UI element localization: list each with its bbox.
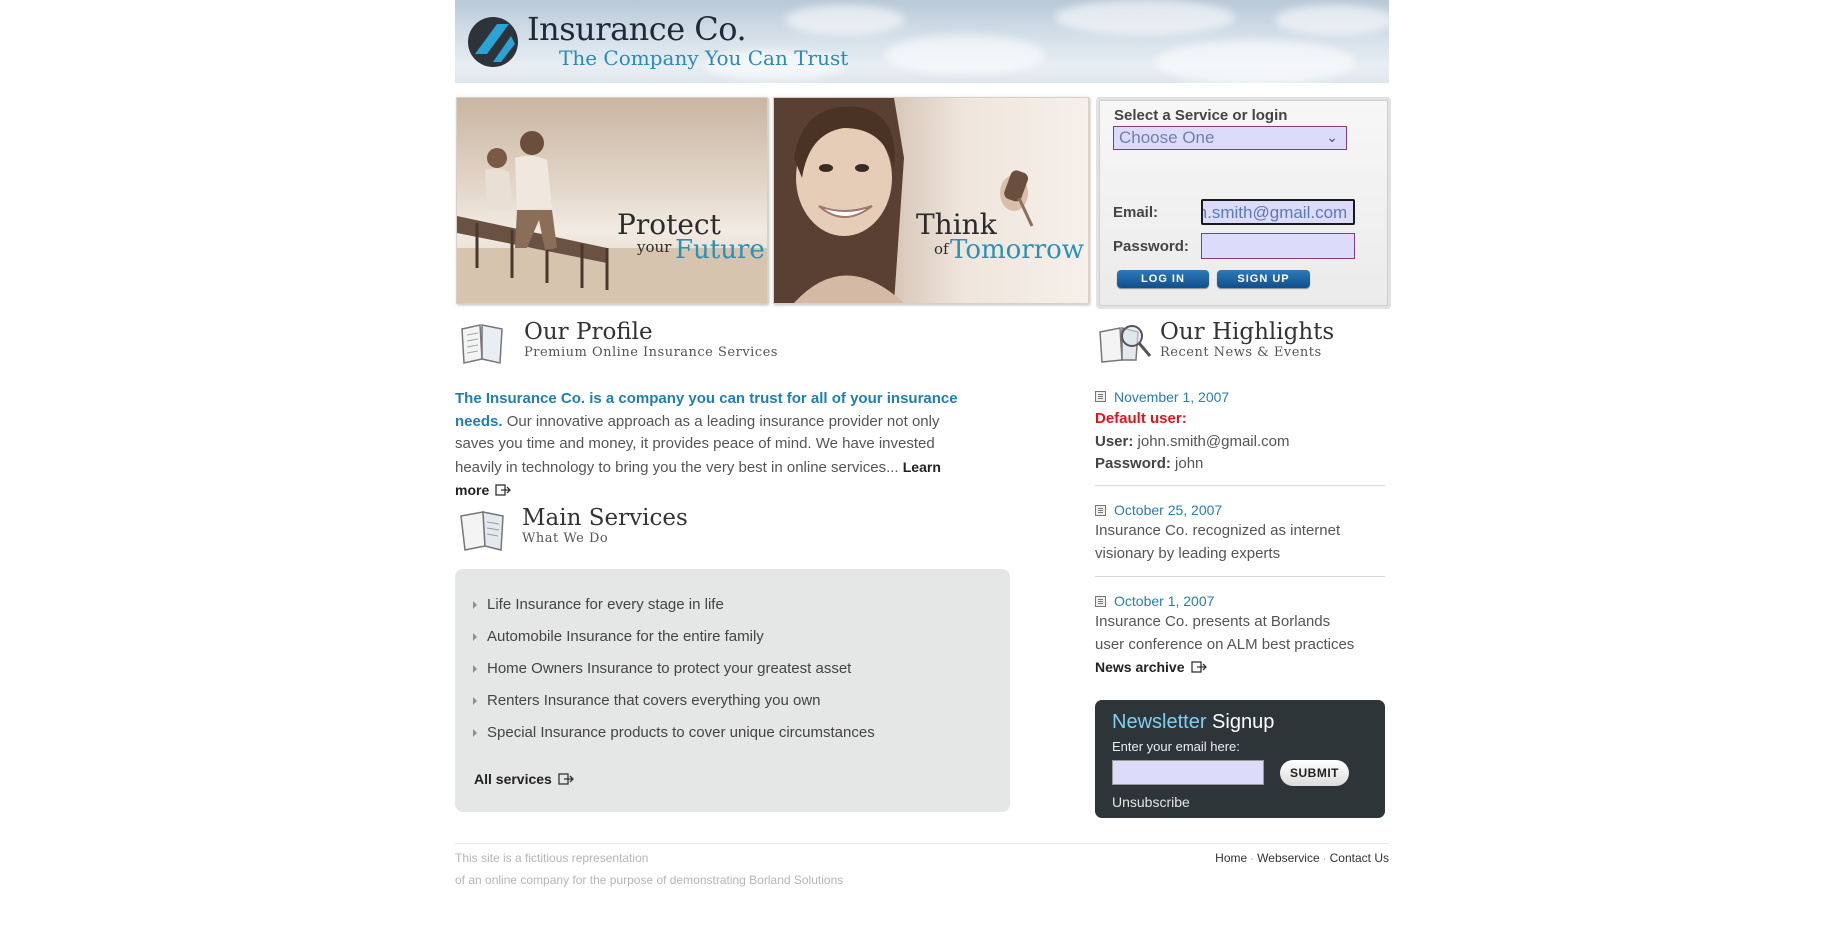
bullet-icon [473,665,477,673]
unsubscribe-link[interactable]: Unsubscribe [1112,794,1190,810]
site-tagline: The Company You Can Trust [559,46,849,70]
bullet-icon [473,697,477,705]
email-field[interactable]: john.smith@gmail.com [1201,199,1355,225]
banner-line2-small: your [637,238,672,256]
news-archive-link[interactable]: News archive [1095,659,1207,675]
password-label: Password: [1095,455,1171,472]
profile-title: Our Profile [524,319,653,345]
newsletter-email-input[interactable] [1112,760,1264,785]
newsletter-title-a: Newsletter [1112,711,1207,733]
profile-body: Our innovative approach as a leading ins… [455,412,940,476]
banner-protect-future: Protect your Future [456,97,768,304]
news-date[interactable]: November 1, 2007 [1114,389,1229,405]
user-label: User: [1095,432,1134,450]
logo-icon[interactable] [467,16,519,68]
banner-line2-accent: Future [675,235,765,265]
news-date[interactable]: October 1, 2007 [1114,593,1214,609]
services-panel: Life Insurance for every stage in life A… [455,569,1010,812]
submit-button[interactable]: SUBMIT [1280,760,1349,786]
footer-link-webservice[interactable]: Webservice [1257,851,1319,865]
profile-subtitle: Premium Online Insurance Services [524,345,778,360]
woman-photo [774,98,1034,303]
all-services-link[interactable]: All services [474,771,574,787]
magnifier-book-icon [1099,325,1152,363]
news-text: Insurance Co. presents at Borlands user … [1095,613,1355,653]
newsletter-title: Newsletter Signup [1112,711,1274,734]
service-item[interactable]: Life Insurance for every stage in life [487,596,724,613]
default-user-block: Default user: User: john.smith@gmail.com… [1095,408,1355,476]
documents-icon [460,511,504,551]
newsletter-label: Enter your email here: [1112,739,1240,754]
service-item[interactable]: Special Insurance products to cover uniq… [487,724,875,741]
login-title: Select a Service or login [1114,107,1288,124]
footer-link-contact[interactable]: Contact Us [1330,851,1389,865]
service-select-value: Choose One [1119,128,1215,147]
news-archive-label: News archive [1095,659,1185,675]
service-item[interactable]: Automobile Insurance for the entire fami… [487,628,764,645]
banner-line2-accent: Tomorrow [950,235,1085,265]
services-subtitle: What We Do [522,531,609,546]
password-label: Password: [1113,238,1189,255]
footer-line2: of an online company for the purpose of … [455,873,844,887]
user-value: john.smith@gmail.com [1133,432,1290,450]
separator: · [1322,851,1327,865]
email-label: Email: [1113,204,1159,221]
services-title: Main Services [522,505,688,531]
bullet-icon [473,601,477,609]
password-field[interactable] [1201,233,1355,259]
calendar-icon [1095,391,1106,402]
arrow-out-icon [1190,661,1207,673]
all-services-label: All services [474,771,552,787]
default-user-label: Default user: [1095,410,1187,427]
highlights-title: Our Highlights [1160,319,1335,345]
login-box: Select a Service or login Choose One ⌄ E… [1096,97,1391,309]
highlights-subtitle: Recent News & Events [1160,345,1322,360]
profile-text: The Insurance Co. is a company you can t… [455,388,975,503]
bullet-icon [473,729,477,737]
news-date[interactable]: October 25, 2007 [1114,502,1222,518]
bullet-icon [473,633,477,641]
service-item[interactable]: Renters Insurance that covers everything… [487,692,821,709]
newsletter-box: Newsletter Signup Enter your email here:… [1095,700,1385,818]
page: Insurance Co. The Company You Can Trust … [455,0,1391,935]
arrow-out-icon [495,484,512,496]
signup-button[interactable]: SIGN UP [1217,270,1310,288]
login-button[interactable]: LOG IN [1117,270,1209,288]
chevron-down-icon: ⌄ [1326,129,1338,145]
site-header: Insurance Co. The Company You Can Trust [455,0,1389,83]
calendar-icon [1095,596,1106,607]
news-text: Insurance Co. recognized as internet vis… [1095,522,1341,562]
service-item[interactable]: Home Owners Insurance to protect your gr… [487,660,851,677]
arrow-out-icon [558,773,574,785]
pier-photo [457,131,767,303]
separator: · [1250,851,1255,865]
banner-think-tomorrow: Think of Tomorrow [773,97,1089,304]
site-title[interactable]: Insurance Co. [527,10,747,48]
service-select[interactable]: Choose One ⌄ [1113,126,1347,150]
book-icon [461,324,503,364]
newsletter-title-b: Signup [1206,711,1275,733]
password-value: john [1170,455,1204,472]
divider [1095,576,1385,577]
banner-line2-small: of [934,240,949,258]
footer-link-home[interactable]: Home [1215,851,1247,865]
footer-divider [455,843,1389,844]
divider [1095,485,1385,486]
footer-line1: This site is a fictitious representation [455,851,649,865]
calendar-icon [1095,505,1106,516]
footer-nav: Home · Webservice · Contact Us [1215,851,1389,865]
